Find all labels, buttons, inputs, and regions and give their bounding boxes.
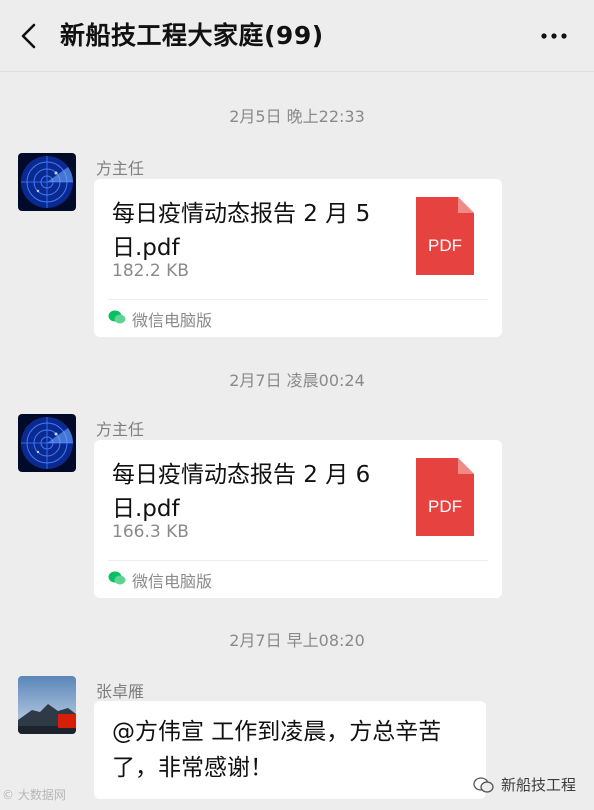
radar-avatar-icon <box>18 153 76 211</box>
file-name: 每日疫情动态报告 2 月 6 日.pdf <box>112 462 371 522</box>
divider <box>108 560 488 561</box>
radar-avatar-icon <box>18 414 76 472</box>
avatar[interactable] <box>18 414 76 472</box>
source-label: 微信电脑版 <box>132 311 213 330</box>
wechat-icon <box>108 571 126 585</box>
pdf-file-icon: PDF <box>416 458 474 536</box>
divider <box>108 299 488 300</box>
file-message[interactable]: 每日疫情动态报告 2 月 5 日.pdf 182.2 KB PDF 微信电脑版 <box>94 179 502 337</box>
pdf-file-icon: PDF <box>416 197 474 275</box>
wechat-icon <box>108 310 126 324</box>
more-icon <box>541 33 567 39</box>
wechat-official-icon <box>473 776 494 793</box>
sender-name: 方主任 <box>96 420 145 439</box>
chat-header: 新船技工程大家庭(99) <box>0 0 594 72</box>
source-label: 微信电脑版 <box>132 572 213 591</box>
message-text: @方伟宣 工作到凌晨，方总辛苦了，非常感谢！ <box>112 719 442 781</box>
timestamp: 2月7日 凌晨00:24 <box>229 371 365 390</box>
timestamp: 2月7日 早上08:20 <box>229 631 365 650</box>
flag-icon <box>58 714 76 728</box>
avatar[interactable] <box>18 153 76 211</box>
watermark-right: 新船技工程 <box>473 774 576 795</box>
watermark-right-text: 新船技工程 <box>500 776 576 794</box>
sender-name: 张卓雁 <box>96 682 145 701</box>
file-size: 182.2 KB <box>112 261 189 281</box>
watermark-left: © 大数据网 <box>2 786 66 803</box>
chat-title: 新船技工程大家庭(99) <box>60 21 324 50</box>
chevron-left-icon <box>21 23 36 49</box>
file-name: 每日疫情动态报告 2 月 5 日.pdf <box>112 201 371 261</box>
watermark-left-text: 大数据网 <box>17 788 66 802</box>
more-options-button[interactable] <box>534 22 574 50</box>
back-button[interactable] <box>14 20 46 52</box>
file-message[interactable]: 每日疫情动态报告 2 月 6 日.pdf 166.3 KB PDF 微信电脑版 <box>94 440 502 598</box>
pdf-label: PDF <box>428 236 462 255</box>
sender-name: 方主任 <box>96 159 145 178</box>
text-message[interactable]: @方伟宣 工作到凌晨，方总辛苦了，非常感谢！ <box>94 701 486 799</box>
file-size: 166.3 KB <box>112 522 189 542</box>
copyright-icon: © <box>2 788 14 802</box>
pdf-label: PDF <box>428 497 462 516</box>
timestamp: 2月5日 晚上22:33 <box>229 107 365 126</box>
